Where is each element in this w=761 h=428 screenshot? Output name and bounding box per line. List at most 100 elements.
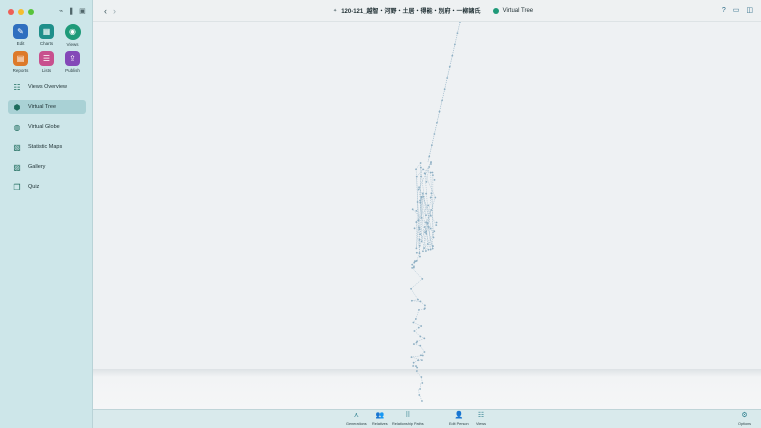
relatives-icon: 👥 [375, 412, 385, 419]
title-bar-actions: ? ▭ ◫ [722, 6, 753, 16]
tree-edge [416, 169, 424, 177]
tree-node[interactable] [431, 171, 434, 174]
bottom-toolbar: ⋏ Generations 👥 Relatives ⠿ Relationship… [93, 409, 761, 428]
tree-node[interactable] [441, 99, 443, 102]
module-reports[interactable]: ▤ Reports [8, 51, 33, 73]
tree-node[interactable] [413, 227, 416, 230]
virtual-tree-view-icon [492, 7, 499, 14]
tool-label: Relationship Paths [392, 422, 424, 426]
media-icon[interactable]: ▣ [79, 7, 86, 16]
quiz-icon: ❐ [13, 182, 21, 192]
tree-edge [414, 327, 419, 332]
title-bar: ‹ › ✦ 120-121_越智・河野・土居・得能・別府・一柳諸氏 Virtua… [93, 0, 761, 22]
sidebar-item-views-overview[interactable]: ☷ Views Overview [8, 80, 86, 94]
tree-node[interactable] [427, 248, 430, 251]
module-views[interactable]: ◉ Views [60, 24, 85, 47]
module-label: Reports [12, 68, 29, 73]
tree-node[interactable] [459, 22, 461, 23]
sidebar-item-virtual-tree[interactable]: ⬢ Virtual Tree [8, 100, 86, 114]
tree-node[interactable] [443, 88, 446, 91]
sidebar-item-gallery[interactable]: ▨ Gallery [8, 160, 86, 174]
tree-node[interactable] [433, 133, 436, 135]
tree-edge [415, 162, 421, 170]
gallery-icon: ▨ [13, 162, 21, 172]
tree-floor [93, 369, 761, 409]
lists-icon: ☰ [39, 51, 54, 66]
tree-node[interactable] [438, 110, 441, 113]
tree-node[interactable] [433, 178, 436, 181]
edit-person-button[interactable]: 👤 Edit Person [449, 412, 469, 426]
virtual-tree-canvas[interactable] [93, 22, 761, 369]
chevron-left-icon[interactable]: ‹ [104, 6, 107, 16]
charts-icon: ▦ [39, 24, 54, 39]
tree-edge [420, 234, 434, 247]
tree-edge [412, 262, 415, 265]
tree-edge [411, 299, 418, 301]
module-label: Publish [65, 68, 80, 73]
tree-node[interactable] [453, 43, 456, 46]
tree-edge [411, 267, 423, 280]
document-title: 120-121_越智・河野・土居・得能・別府・一柳諸氏 [341, 9, 481, 15]
sidebar-item-statistic-maps[interactable]: ▧ Statistic Maps [8, 140, 86, 154]
help-icon[interactable]: ? [722, 6, 726, 16]
sidebar-item-label: Quiz [28, 184, 40, 190]
sidebar-item-virtual-globe[interactable]: ◍ Virtual Globe [8, 120, 86, 134]
sidebar-tools: ⌁ ❚ ▣ [59, 7, 86, 16]
relationship-paths-button[interactable]: ⠿ Relationship Paths [392, 412, 424, 426]
module-lists[interactable]: ☰ Lists [34, 51, 59, 73]
tool-label: Generations [346, 422, 367, 426]
main-area: ‹ › ✦ 120-121_越智・河野・土居・得能・別府・一柳諸氏 Virtua… [93, 0, 761, 428]
tree-edge [411, 300, 421, 302]
module-charts[interactable]: ▦ Charts [34, 24, 59, 47]
options-button[interactable]: ⚙ Options [738, 412, 751, 426]
relatives-button[interactable]: 👥 Relatives [372, 412, 388, 426]
tree-node[interactable] [446, 77, 449, 79]
module-publish[interactable]: ⇪ Publish [60, 51, 85, 73]
pencil-icon: ✎ [13, 24, 28, 39]
tree-edge [419, 394, 423, 402]
tree-edge [411, 356, 422, 361]
tree-node[interactable] [436, 121, 438, 124]
bookmark-icon[interactable]: ❚ [68, 7, 74, 16]
tree-edge [418, 189, 427, 232]
virtual-globe-icon: ◍ [13, 122, 21, 132]
tree-edge [418, 388, 420, 396]
tree-node[interactable] [430, 144, 433, 147]
module-edit[interactable]: ✎ Edit [8, 24, 33, 47]
sidebar-item-quiz[interactable]: ❐ Quiz [8, 180, 86, 194]
views-button[interactable]: ☷ Views [476, 412, 486, 426]
tree-edge [420, 345, 425, 353]
view-name: Virtual Tree [502, 7, 534, 14]
views-overview-icon: ☷ [13, 82, 21, 92]
folder-icon[interactable]: ▭ [733, 6, 740, 16]
zoom-window-button[interactable] [28, 9, 34, 15]
tree-node[interactable] [456, 32, 459, 35]
tree-node[interactable] [428, 155, 431, 158]
tree-node[interactable] [451, 54, 454, 57]
sidebar-item-label: Gallery [28, 164, 46, 170]
generations-button[interactable]: ⋏ Generations [346, 412, 367, 426]
tool-label: Views [476, 422, 487, 426]
tree-node[interactable] [448, 65, 451, 68]
module-label: Views [66, 42, 79, 47]
sidebar-toggle-icon[interactable]: ◫ [746, 6, 753, 16]
options-icon: ⚙ [741, 412, 748, 419]
tag-icon[interactable]: ⌁ [59, 7, 63, 16]
chevron-right-icon[interactable]: › [113, 6, 116, 16]
document-icon: ✦ [333, 7, 338, 14]
eye-icon: ◉ [64, 24, 81, 40]
tool-label: Relatives [372, 422, 388, 426]
statistic-maps-icon: ▧ [13, 142, 21, 152]
tree-visualization[interactable] [93, 22, 761, 369]
sidebar-nav: ☷ Views Overview ⬢ Virtual Tree ◍ Virtua… [8, 80, 86, 200]
tree-floor-visualization [415, 370, 424, 402]
tree-edge [416, 253, 420, 261]
views-list-icon: ☷ [477, 412, 485, 419]
tree-edge [413, 322, 422, 327]
module-label: Charts [39, 41, 54, 46]
reports-icon: ▤ [13, 51, 28, 66]
minimize-window-button[interactable] [18, 9, 24, 15]
tree-node[interactable] [415, 210, 418, 212]
tree-node[interactable] [435, 221, 438, 224]
close-window-button[interactable] [8, 9, 14, 15]
